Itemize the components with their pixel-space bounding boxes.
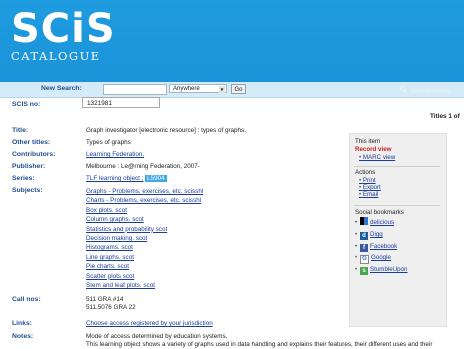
- access-link[interactable]: Choose access registered by your jurisdi…: [86, 320, 213, 327]
- subject-link[interactable]: Stem and leaf plots. scot: [86, 281, 203, 290]
- call-nos-label: Call nos:: [12, 296, 41, 303]
- logo-sub-text: CATALOGUE: [11, 49, 101, 63]
- other-titles-value: Types of graphs: [86, 139, 131, 146]
- scis-no-value: 1321981: [82, 97, 160, 108]
- marc-view-link[interactable]: MARC view: [355, 154, 395, 161]
- stumbleupon-label: StumbleUpon: [370, 266, 408, 274]
- search-bar: New Search: Anywhere ▼ Go Search history: [0, 82, 464, 98]
- site-header: SCiS CATALOGUE: [0, 0, 464, 82]
- this-item-heading: This item: [355, 138, 381, 145]
- delicious-icon: [360, 217, 368, 225]
- digg-label: Digg: [370, 230, 383, 238]
- search-history-link[interactable]: Search history: [400, 86, 451, 95]
- note-line: This learning object shows a variety of …: [86, 340, 433, 348]
- divider: [354, 166, 440, 167]
- logo-main-text: SCiS: [11, 6, 116, 52]
- subject-link[interactable]: Pie charts. scot: [86, 262, 203, 271]
- social-bookmarks-heading: Social bookmarks: [355, 209, 404, 216]
- social-bookmarks-section: Social bookmarks • delicious • d Digg • f Fac…: [355, 209, 408, 276]
- contributors-label: Contributors:: [12, 151, 56, 158]
- title-value: Graph investigator [electronic resource]…: [86, 127, 246, 134]
- series-label: Series:: [12, 175, 35, 182]
- record-view-label: Record view: [355, 146, 392, 153]
- subject-link[interactable]: Line graphs. scot: [86, 253, 203, 262]
- email-link[interactable]: Email: [355, 191, 381, 198]
- search-scope-value: Anywhere: [173, 86, 200, 92]
- export-link[interactable]: Export: [355, 184, 381, 191]
- links-label: Links:: [12, 320, 33, 327]
- delicious-bookmark[interactable]: • delicious: [355, 217, 408, 229]
- call-no: 511.5076 GRA 22: [86, 303, 136, 311]
- facebook-icon: f: [360, 243, 368, 252]
- contributors-link[interactable]: Learning Federation.: [86, 151, 144, 158]
- subject-link[interactable]: Charts - Problems, exercises, etc. sciss…: [86, 196, 203, 205]
- search-input[interactable]: [103, 84, 167, 95]
- search-scope-select[interactable]: Anywhere ▼: [169, 84, 227, 93]
- series-link[interactable]: TLF learning object ;: [86, 175, 143, 182]
- other-titles-label: Other titles:: [12, 139, 51, 146]
- publisher-value: Melbourne : Le@rning Federation, 2007-: [86, 163, 200, 170]
- subject-link[interactable]: Box plots. scot: [86, 206, 203, 215]
- facebook-bookmark[interactable]: • f Facebook: [355, 241, 408, 253]
- subject-link[interactable]: Decision making. scot: [86, 234, 203, 243]
- series-value: TLF learning object ; L5904: [86, 175, 167, 182]
- series-number-highlight[interactable]: L5904: [145, 175, 167, 182]
- notes-label: Notes:: [12, 333, 34, 340]
- actions-section: Actions Print Export Email: [355, 169, 381, 198]
- actions-heading: Actions: [355, 169, 376, 176]
- stumbleupon-icon: s: [360, 267, 368, 276]
- search-history-label: Search history: [411, 88, 452, 95]
- subjects-list: Graphs - Problems, exercises, etc. sciss…: [86, 187, 203, 290]
- digg-icon: d: [360, 231, 368, 240]
- google-label: Google: [371, 254, 391, 262]
- subject-link[interactable]: Column graphs. scot: [86, 215, 203, 224]
- subject-link[interactable]: Scatter plots scot: [86, 272, 203, 281]
- delicious-label: delicious: [370, 219, 395, 226]
- subject-link[interactable]: Statistics and probability scot: [86, 225, 203, 234]
- call-no: 511 GRA #14: [86, 296, 124, 303]
- chevron-down-icon: ▼: [219, 86, 225, 93]
- new-search-label: New Search:: [41, 85, 82, 92]
- notes-text: Mode of access determined by education s…: [86, 333, 432, 349]
- print-link[interactable]: Print: [355, 177, 381, 184]
- google-icon: G: [360, 255, 369, 265]
- title-label: Title:: [12, 127, 29, 134]
- side-panel: This item Record view MARC view Actions …: [349, 133, 447, 327]
- divider: [354, 205, 440, 206]
- search-history-icon: [400, 86, 407, 95]
- note-line: Mode of access determined by education s…: [86, 333, 228, 340]
- subject-link[interactable]: Graphs - Problems, exercises, etc. sciss…: [86, 187, 203, 196]
- scis-catalogue-logo[interactable]: SCiS CATALOGUE: [11, 9, 116, 62]
- scis-no-label: SCIS no:: [12, 101, 41, 108]
- digg-bookmark[interactable]: • d Digg: [355, 229, 408, 241]
- this-item-section: This item Record view MARC view: [355, 138, 395, 161]
- google-bookmark[interactable]: • G Google: [355, 252, 408, 265]
- publisher-label: Publisher:: [12, 163, 46, 170]
- call-nos-list: 511 GRA #14 511.5076 GRA 22: [86, 296, 136, 312]
- subjects-label: Subjects:: [12, 187, 43, 194]
- subject-link[interactable]: Histograms. scot: [86, 243, 203, 252]
- facebook-label: Facebook: [370, 242, 398, 250]
- go-button[interactable]: Go: [231, 84, 246, 94]
- titles-count: Titles 1 of: [430, 113, 460, 120]
- stumbleupon-bookmark[interactable]: • s StumbleUpon: [355, 264, 408, 276]
